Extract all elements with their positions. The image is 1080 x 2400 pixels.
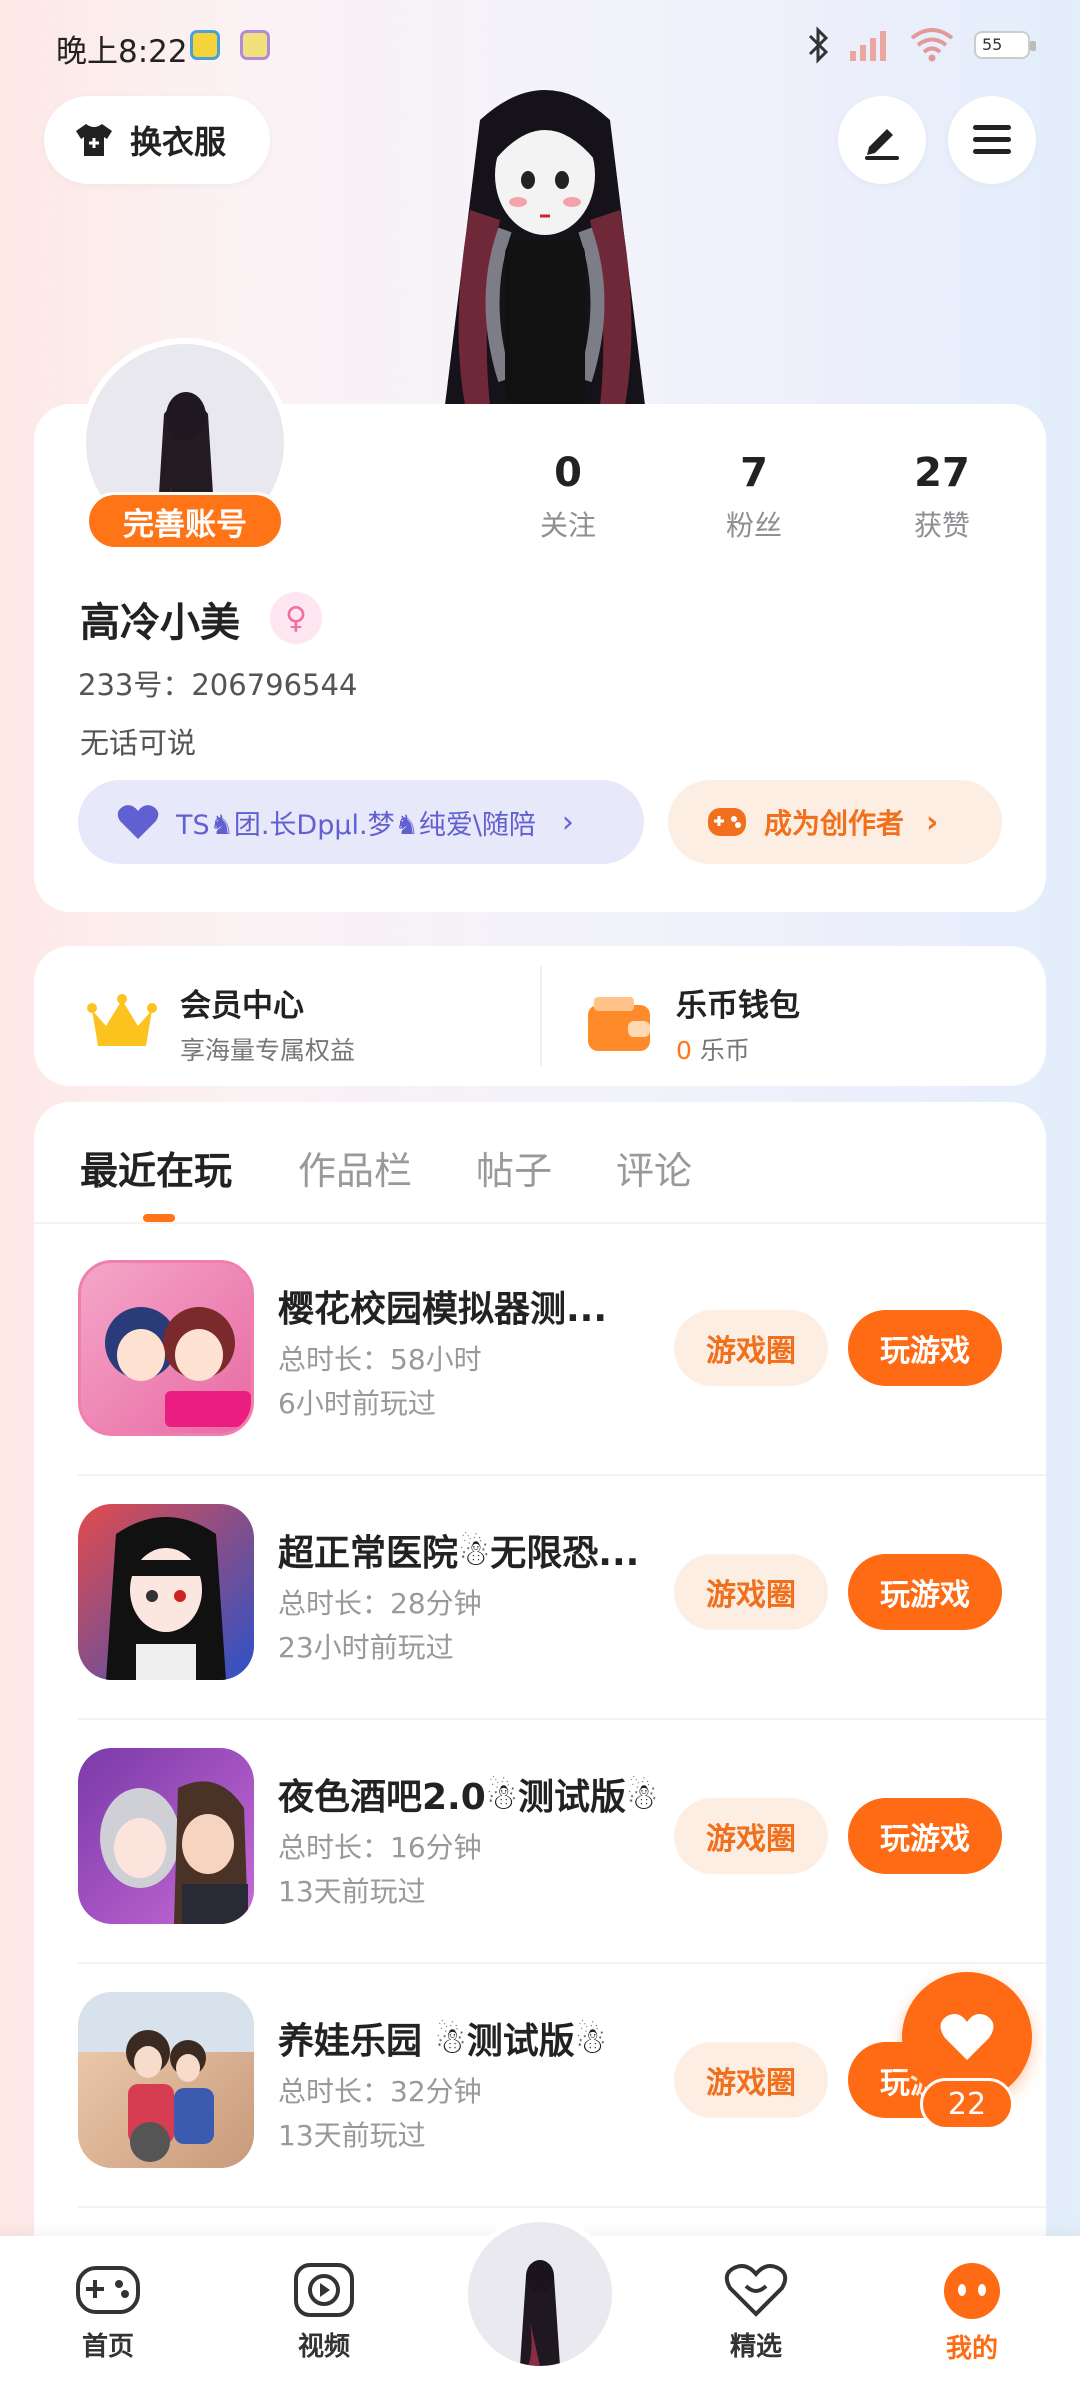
game-last-played: 13天前玩过 [278, 1875, 426, 1908]
tab-recently-played[interactable]: 最近在玩 [80, 1140, 232, 1195]
list-item[interactable]: 夜色酒吧2.0☃测试版☃ 总时长：16分钟 13天前玩过 游戏圈 玩游戏 [34, 1720, 1046, 1964]
gamepad-icon [76, 2266, 140, 2314]
menu-button[interactable] [948, 96, 1036, 184]
chevron-right-icon: › [561, 804, 574, 840]
video-play-icon [294, 2263, 354, 2317]
female-gender-icon: ♀ [270, 592, 322, 644]
tab-indicator [143, 1214, 175, 1222]
game-circle-button[interactable]: 游戏圈 [674, 1798, 828, 1874]
like-count-badge: 22 [920, 2078, 1014, 2130]
tab-comments[interactable]: 评论 [616, 1140, 692, 1195]
list-item[interactable]: 养娃乐园 ☃测试版☃ 总时长：32分钟 13天前玩过 游戏圈 玩游戏 [34, 1964, 1046, 2208]
become-creator-button[interactable]: 成为创作者 › [668, 780, 1002, 864]
heart-icon [940, 2014, 994, 2060]
menu-icon [973, 125, 1011, 154]
divider [34, 1222, 1046, 1224]
game-title: 超正常医院☃无限恐... [278, 1533, 640, 1574]
app-notification-icon [240, 30, 270, 60]
chevron-right-icon: › [926, 804, 939, 840]
play-game-button[interactable]: 玩游戏 [848, 1554, 1002, 1630]
heart-face-icon [724, 2264, 788, 2317]
crown-icon [87, 993, 157, 1046]
stat-label: 粉丝 [725, 509, 782, 542]
tab-posts[interactable]: 帖子 [476, 1140, 552, 1195]
game-duration: 总时长：32分钟 [278, 2075, 482, 2108]
nav-featured[interactable]: 精选 [696, 2262, 816, 2363]
heart-icon [117, 805, 159, 839]
profile-face-icon [944, 2263, 1000, 2319]
vip-title: 会员中心 [180, 988, 304, 1024]
play-game-button[interactable]: 玩游戏 [848, 1798, 1002, 1874]
stat-value: 27 [914, 450, 970, 496]
divider [540, 966, 542, 1066]
stat-label: 获赞 [913, 509, 970, 542]
game-icon [78, 1992, 254, 2168]
wardrobe-label: 换衣服 [130, 123, 227, 161]
list-item[interactable]: 超正常医院☃无限恐... 总时长：28分钟 23小时前玩过 游戏圈 玩游戏 [34, 1476, 1046, 1720]
user-bio: 无话可说 [80, 726, 197, 760]
game-last-played: 6小时前玩过 [278, 1387, 436, 1420]
wallet-link[interactable]: 乐币钱包 0 乐币 [584, 980, 800, 1067]
play-game-button[interactable]: 玩游戏 [848, 1310, 1002, 1386]
wallet-unit: 乐币 [699, 1036, 750, 1065]
creator-label: 成为创作者 [764, 807, 905, 840]
game-icon [78, 1260, 254, 1436]
nav-label: 我的 [945, 2334, 998, 2364]
nav-avatar[interactable] [462, 2216, 618, 2372]
game-icon [78, 1748, 254, 1924]
game-icon [78, 1504, 254, 1680]
stat-followers[interactable]: 7 粉丝 [684, 450, 824, 544]
group-label: TS♞团.长Dpμl.梦♞纯爱\随陪 [176, 809, 536, 841]
stat-likes[interactable]: 27 获赞 [872, 450, 1012, 544]
game-circle-button[interactable]: 游戏圈 [674, 2042, 828, 2118]
group-button[interactable]: TS♞团.长Dpμl.梦♞纯爱\随陪 › [78, 780, 644, 864]
game-last-played: 23小时前玩过 [278, 1631, 454, 1664]
nav-label: 视频 [297, 2332, 350, 2362]
wallet-balance: 0 乐币 [676, 1031, 800, 1067]
game-last-played: 13天前玩过 [278, 2119, 426, 2152]
tab-works[interactable]: 作品栏 [298, 1140, 412, 1195]
nav-label: 首页 [81, 2332, 134, 2362]
pencil-icon [865, 129, 899, 160]
wallet-icon [588, 996, 650, 1051]
wallet-title: 乐币钱包 [676, 988, 800, 1024]
nav-mine[interactable]: 我的 [912, 2262, 1032, 2365]
stat-value: 0 [554, 450, 582, 496]
complete-account-button[interactable]: 完善账号 [86, 492, 284, 550]
game-duration: 总时长：16分钟 [278, 1831, 482, 1864]
bluetooth-icon [808, 26, 829, 64]
stat-value: 7 [740, 450, 768, 496]
wifi-icon [910, 28, 954, 62]
game-duration: 总时长：28分钟 [278, 1587, 482, 1620]
stat-following[interactable]: 0 关注 [498, 450, 638, 544]
status-icons: 55 [806, 26, 1036, 64]
divider [78, 2206, 1046, 2208]
stat-label: 关注 [539, 509, 596, 542]
gamepad-icon [708, 808, 746, 836]
avatar-character[interactable] [410, 80, 680, 405]
nav-label: 精选 [729, 2332, 782, 2362]
wallet-amount: 0 [676, 1036, 692, 1065]
vip-subtitle: 享海量专属权益 [180, 1036, 356, 1065]
wardrobe-button[interactable]: 换衣服 [44, 96, 270, 184]
game-circle-button[interactable]: 游戏圈 [674, 1554, 828, 1630]
game-title: 樱花校园模拟器测... [278, 1289, 608, 1330]
signal-icon [850, 31, 886, 61]
user-id: 233号：206796544 [78, 668, 358, 702]
vip-center-link[interactable]: 会员中心 享海量专属权益 [86, 980, 355, 1067]
game-duration: 总时长：58小时 [278, 1343, 482, 1376]
nav-video[interactable]: 视频 [264, 2262, 384, 2363]
game-title: 养娃乐园 ☃测试版☃ [278, 2021, 608, 2062]
game-circle-button[interactable]: 游戏圈 [674, 1310, 828, 1386]
app-notification-icon [190, 30, 220, 60]
edit-button[interactable] [838, 96, 926, 184]
tshirt-icon [76, 124, 112, 156]
battery-indicator: 55 [974, 31, 1036, 59]
status-time: 晚上8:22 [56, 34, 188, 70]
nav-home[interactable]: 首页 [48, 2262, 168, 2363]
game-title: 夜色酒吧2.0☃测试版☃ [278, 1777, 659, 1818]
user-name: 高冷小美 [80, 600, 240, 646]
list-item[interactable]: 樱花校园模拟器测... 总时长：58小时 6小时前玩过 游戏圈 玩游戏 [34, 1232, 1046, 1476]
